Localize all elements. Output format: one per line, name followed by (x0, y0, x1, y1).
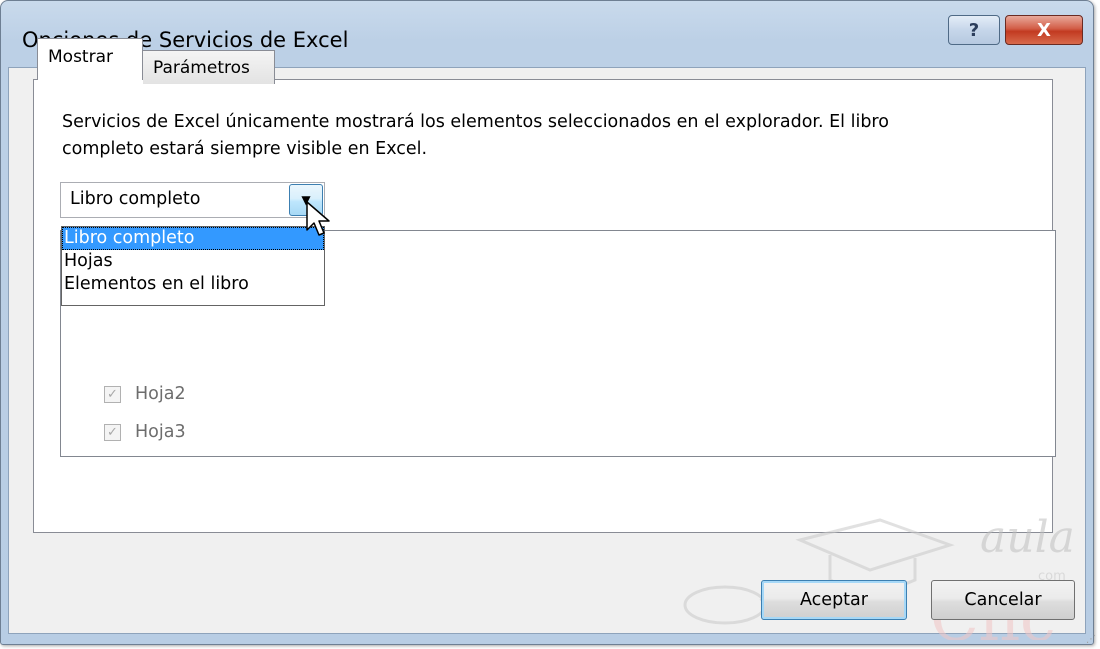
dropdown-option[interactable]: Libro completo (62, 227, 324, 250)
view-select[interactable]: Libro completo ▼ (60, 182, 325, 218)
tab-parametros[interactable]: Parámetros (143, 50, 275, 84)
list-item-label: Hoja3 (135, 422, 186, 442)
tab-label: Mostrar (48, 47, 113, 67)
dropdown-option[interactable]: Hojas (62, 250, 324, 273)
dropdown-option[interactable]: Elementos en el libro (62, 273, 324, 296)
tab-mostrar[interactable]: Mostrar (37, 38, 143, 80)
cancel-button[interactable]: Cancelar (931, 580, 1075, 620)
cancel-button-label: Cancelar (964, 590, 1042, 610)
accept-button-label: Aceptar (800, 590, 868, 610)
dropdown-options-list: Libro completo Hojas Elementos en el lib… (61, 226, 325, 306)
description-line: Servicios de Excel únicamente mostrará l… (62, 112, 889, 132)
tab-label: Parámetros (153, 57, 250, 78)
close-button[interactable]: X (1005, 15, 1083, 45)
description-line: completo estará siempre visible en Excel… (62, 139, 428, 159)
help-icon: ? (968, 19, 980, 41)
help-button[interactable]: ? (948, 15, 1000, 45)
list-item-label: Hoja2 (135, 384, 186, 404)
mouse-pointer-icon (306, 201, 330, 236)
view-select-value: Libro completo (70, 189, 201, 209)
checkbox[interactable]: ✓ (104, 423, 121, 441)
checkbox[interactable]: ✓ (104, 385, 121, 403)
list-item[interactable]: ✓ Hoja3 (104, 422, 186, 442)
resize-grip-icon[interactable]: ⋰ (1086, 634, 1096, 645)
list-item[interactable]: ✓ Hoja2 (104, 384, 186, 404)
description-text: Servicios de Excel únicamente mostrará l… (62, 109, 1002, 163)
watermark-text: aula (980, 512, 1075, 563)
close-icon: X (1037, 19, 1051, 41)
accept-button[interactable]: Aceptar (761, 580, 907, 620)
